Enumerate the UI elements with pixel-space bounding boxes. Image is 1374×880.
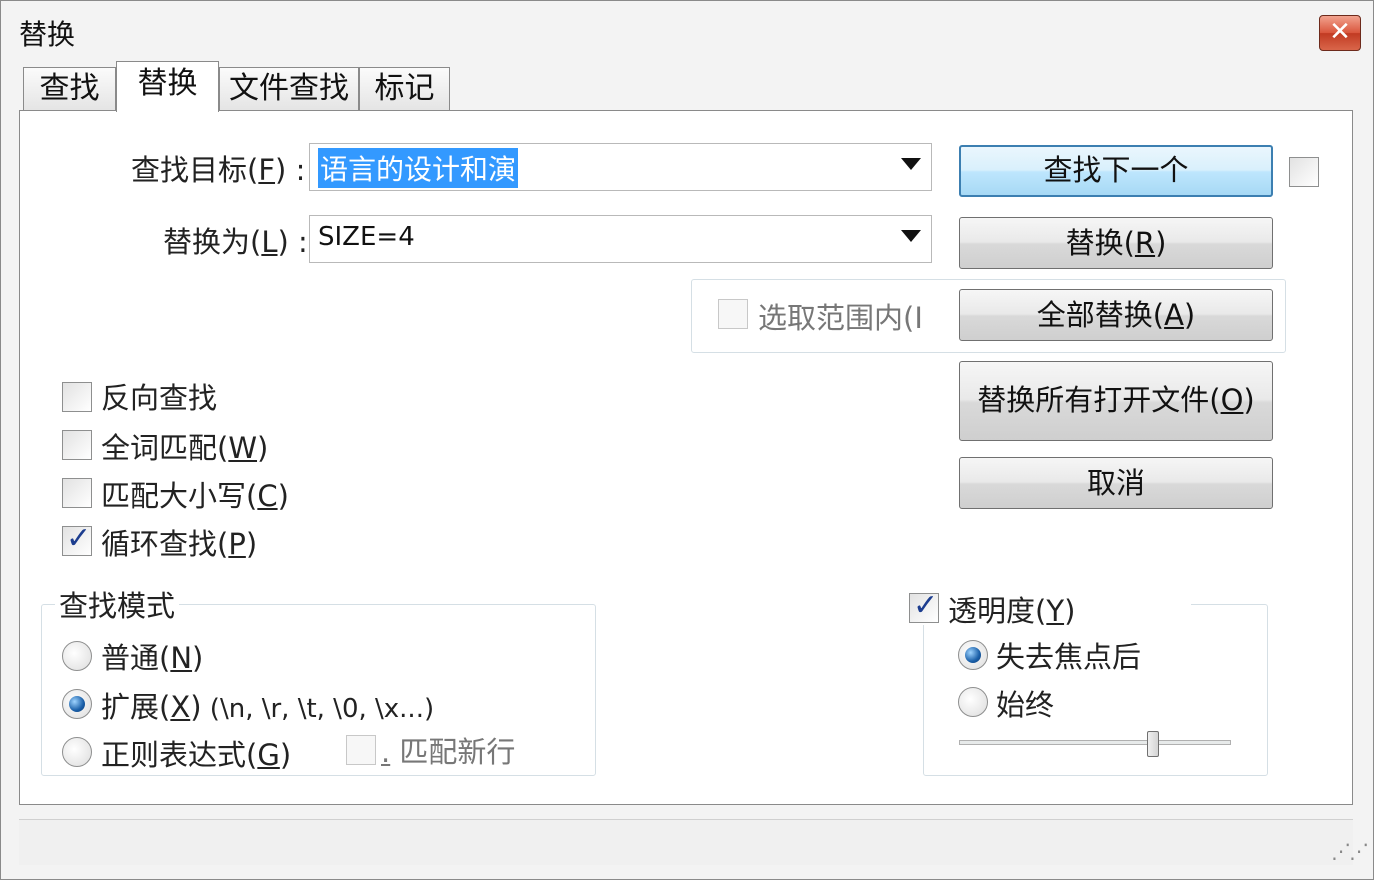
find-label: 查找目标(F) : [131,153,306,187]
regex-mode-radio[interactable] [62,737,92,767]
replace-input[interactable]: SIZE=4 [309,215,932,263]
extended-mode-label: 扩展(X) (\n, \r, \t, \0, \x...) [101,690,435,724]
find-next-extra-checkbox[interactable] [1289,157,1319,187]
radio-selected-dot [69,696,85,712]
in-selection-label: 选取范围内(I [758,301,923,335]
normal-mode-label: 普通(N) [101,641,204,675]
tab-find[interactable]: 查找 [23,67,116,111]
chevron-down-icon[interactable] [901,158,921,170]
tab-label: 标记 [374,71,435,106]
tab-label: 查找 [39,71,100,106]
check-icon: ✓ [66,521,92,556]
replace-label: 替换为(L) : [163,225,308,259]
dot-newline-label: . 匹配新行 [381,735,516,769]
replace-all-open-files-button[interactable]: 替换所有打开文件(O) [959,361,1273,441]
transparency-checkbox[interactable]: ✓ [909,588,939,623]
title-bar[interactable]: 替换 ✕ [1,1,1373,59]
on-lose-focus-radio[interactable] [958,640,988,670]
replace-input-value: SIZE=4 [318,222,415,252]
wrap-around-checkbox[interactable]: ✓ [62,521,92,556]
normal-mode-radio[interactable] [62,641,92,671]
find-input-value: 语言的设计和演 [318,148,519,188]
tab-mark[interactable]: 标记 [359,67,450,111]
transparency-label: 透明度(Y) [948,594,1076,628]
extended-mode-radio[interactable] [62,689,92,719]
regex-mode-label: 正则表达式(G) [101,738,292,772]
check-icon: ✓ [913,588,939,623]
always-label: 始终 [996,688,1055,722]
close-icon: ✕ [1329,17,1351,47]
dot-newline-checkbox[interactable] [346,735,376,765]
replace-all-button[interactable]: 全部替换(A) [959,289,1273,341]
find-next-button[interactable]: 查找下一个 [959,145,1273,197]
resize-grip-icon[interactable]: ⋰⋰ [1331,839,1369,863]
search-mode-title: 查找模式 [55,583,180,625]
radio-selected-dot [965,647,981,663]
backward-checkbox[interactable] [62,382,92,412]
tab-label: 替换 [137,66,198,101]
replace-dialog: 替换 ✕ 查找 替换 文件查找 标记 查找目标(F) : 语言的设计和演 替换为… [0,0,1374,880]
whole-word-checkbox[interactable] [62,430,92,460]
window-title: 替换 [19,18,76,51]
match-case-checkbox[interactable] [62,478,92,508]
in-selection-checkbox[interactable] [718,299,748,329]
cancel-button[interactable]: 取消 [959,457,1273,509]
status-bar [19,819,1353,865]
find-input[interactable]: 语言的设计和演 [309,143,932,191]
wrap-around-label: 循环查找(P) [101,527,258,561]
on-lose-focus-label: 失去焦点后 [996,640,1142,674]
replace-button[interactable]: 替换(R) [959,217,1273,269]
backward-label: 反向查找 [101,381,218,415]
always-radio[interactable] [958,687,988,717]
tab-label: 文件查找 [229,71,349,106]
chevron-down-icon[interactable] [901,230,921,242]
tab-find-in-files[interactable]: 文件查找 [219,67,359,111]
match-case-label: 匹配大小写(C) [101,479,289,513]
whole-word-label: 全词匹配(W) [101,431,269,465]
tab-replace[interactable]: 替换 [116,61,219,112]
transparency-slider[interactable] [959,740,1231,745]
transparency-slider-thumb[interactable] [1147,731,1159,757]
close-button[interactable]: ✕ [1319,15,1361,51]
